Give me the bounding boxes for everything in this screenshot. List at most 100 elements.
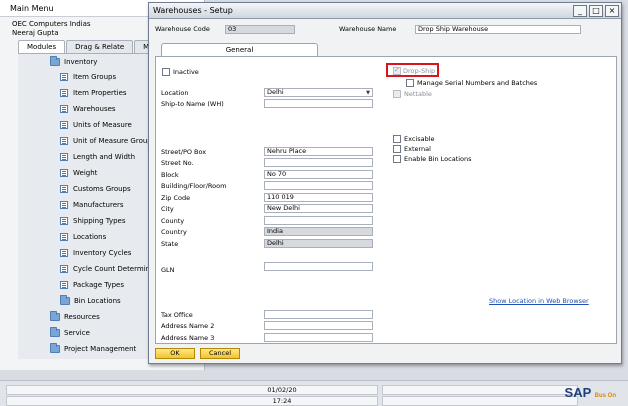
ok-button[interactable]: OK <box>155 348 195 359</box>
external-checkbox[interactable] <box>393 145 401 153</box>
tree-item-uom-groups[interactable]: Unit of Measure Groups <box>60 133 155 149</box>
state-field[interactable]: Delhi <box>264 239 373 248</box>
tree-item-bin-locations[interactable]: Bin Locations <box>60 293 121 309</box>
status-bar: 01/02/20 17:24 SAP Bus On <box>0 380 628 406</box>
tree-item-shipping-types[interactable]: Shipping Types <box>60 213 126 229</box>
status-info-field-2 <box>382 396 578 406</box>
status-message-field <box>6 385 378 395</box>
status-info-field <box>382 385 578 395</box>
location-dropdown[interactable]: Delhi ▼ <box>264 88 373 97</box>
tab-modules[interactable]: Modules <box>18 40 66 53</box>
warehouse-code-field[interactable]: 03 <box>225 25 295 34</box>
tree-label: Customs Groups <box>73 185 131 193</box>
manage-serial-label: Manage Serial Numbers and Batches <box>417 79 538 87</box>
block-label: Block <box>161 171 179 179</box>
form-icon <box>60 281 68 289</box>
folder-icon <box>50 56 60 66</box>
form-icon <box>60 73 68 81</box>
address-name-2-label: Address Name 2 <box>161 322 215 330</box>
form-icon <box>60 185 68 193</box>
tree-label: Locations <box>73 233 107 241</box>
form-icon <box>60 121 68 129</box>
tree-item-cycle-count[interactable]: Cycle Count Determinat <box>60 261 157 277</box>
tree-item-manufacturers[interactable]: Manufacturers <box>60 197 124 213</box>
address-name-2-field[interactable] <box>264 321 373 330</box>
tree-label: Bin Locations <box>74 297 121 305</box>
tree-item-locations[interactable]: Locations <box>60 229 106 245</box>
status-time: 17:24 <box>272 397 292 405</box>
tree-item-item-properties[interactable]: Item Properties <box>60 85 127 101</box>
tab-general[interactable]: General <box>161 43 318 57</box>
county-label: County <box>161 217 185 225</box>
drop-ship-checkbox[interactable] <box>393 66 401 75</box>
tree-item-package-types[interactable]: Package Types <box>60 277 124 293</box>
tree-label: Units of Measure <box>73 121 132 129</box>
tree-item-length-width[interactable]: Length and Width <box>60 149 135 165</box>
warehouse-name-label: Warehouse Name <box>339 25 397 33</box>
external-label: External <box>404 145 431 153</box>
dialog-title: Warehouses - Setup <box>153 6 233 15</box>
building-label: Building/Floor/Room <box>161 182 227 190</box>
tree-item-warehouses[interactable]: Warehouses <box>60 101 116 117</box>
warehouse-code-label: Warehouse Code <box>155 25 210 33</box>
ship-to-label: Ship-to Name (WH) <box>161 100 224 108</box>
tree-item-item-groups[interactable]: Item Groups <box>60 69 116 85</box>
tree-label: Shipping Types <box>73 217 126 225</box>
status-message-field-2 <box>6 396 378 406</box>
gln-field[interactable] <box>264 262 373 271</box>
folder-icon <box>50 327 60 337</box>
tree-folder-inventory[interactable]: Inventory <box>50 54 97 70</box>
tree-item-units-of-measure[interactable]: Units of Measure <box>60 117 132 133</box>
tree-item-customs-groups[interactable]: Customs Groups <box>60 181 131 197</box>
form-icon <box>60 265 68 273</box>
tree-label: Warehouses <box>73 105 116 113</box>
warehouses-setup-dialog: Warehouses - Setup _ □ × Warehouse Code … <box>148 2 622 364</box>
manage-serial-checkbox[interactable] <box>406 79 414 87</box>
maximize-button[interactable]: □ <box>589 4 603 17</box>
tree-label: Item Properties <box>73 89 127 97</box>
street-no-label: Street No. <box>161 159 194 167</box>
sap-logo: SAP Bus On <box>565 385 616 400</box>
tree-label: Weight <box>73 169 98 177</box>
tax-office-field[interactable] <box>264 310 373 319</box>
ship-to-field[interactable] <box>264 99 373 108</box>
block-field[interactable]: No 70 <box>264 170 373 179</box>
tree-label: Manufacturers <box>73 201 124 209</box>
county-field[interactable] <box>264 216 373 225</box>
address-name-3-field[interactable] <box>264 333 373 342</box>
inactive-checkbox[interactable] <box>162 68 170 76</box>
tree-label: Item Groups <box>73 73 117 81</box>
form-icon <box>60 89 68 97</box>
tab-drag-relate[interactable]: Drag & Relate <box>66 40 134 53</box>
inactive-label: Inactive <box>173 68 199 76</box>
zip-code-field[interactable]: 110 019 <box>264 193 373 202</box>
country-field[interactable]: India <box>264 227 373 236</box>
tree-folder-project-management[interactable]: Project Management <box>50 341 136 357</box>
street-no-field[interactable] <box>264 158 373 167</box>
building-field[interactable] <box>264 181 373 190</box>
tree-folder-resources[interactable]: Resources <box>50 309 100 325</box>
excisable-checkbox[interactable] <box>393 135 401 143</box>
warehouse-name-field[interactable]: Drop Ship Warehouse <box>415 25 581 34</box>
dialog-titlebar[interactable]: Warehouses - Setup _ □ × <box>149 3 621 19</box>
close-button[interactable]: × <box>605 4 619 17</box>
street-field[interactable]: Nehru Place <box>264 147 373 156</box>
excisable-label: Excisable <box>404 135 435 143</box>
tree-folder-service[interactable]: Service <box>50 325 90 341</box>
tree-label: Project Management <box>64 345 137 353</box>
tree-label: Cycle Count Determinat <box>73 265 158 273</box>
tree-item-weight[interactable]: Weight <box>60 165 97 181</box>
cancel-button[interactable]: Cancel <box>200 348 240 359</box>
city-label: City <box>161 205 174 213</box>
show-location-web-link[interactable]: Show Location in Web Browser <box>489 297 589 305</box>
form-icon <box>60 137 68 145</box>
tree-item-inventory-cycles[interactable]: Inventory Cycles <box>60 245 131 261</box>
street-label: Street/PO Box <box>161 148 207 156</box>
folder-icon <box>50 311 60 321</box>
enable-bin-locations-checkbox[interactable] <box>393 155 401 163</box>
city-field[interactable]: New Delhi <box>264 204 373 213</box>
nettable-checkbox[interactable] <box>393 90 401 98</box>
form-icon <box>60 217 68 225</box>
tree-label: Unit of Measure Groups <box>73 137 156 145</box>
minimize-button[interactable]: _ <box>573 4 587 17</box>
